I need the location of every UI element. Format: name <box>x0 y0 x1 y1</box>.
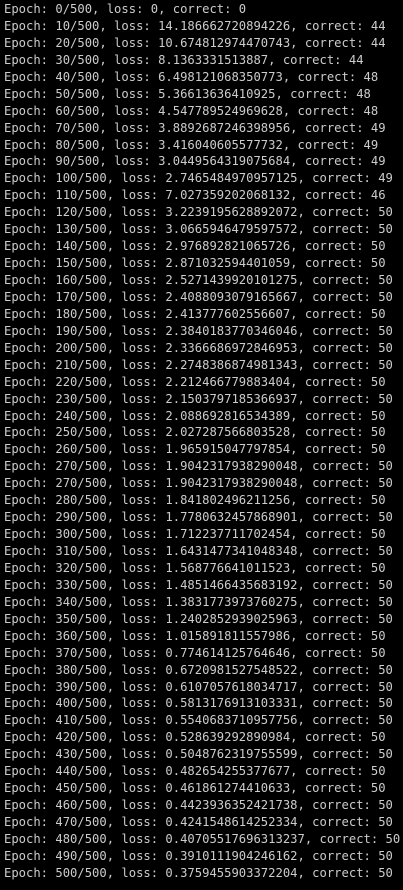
output-line: Epoch: 350/500, loss: 1.2402852939025963… <box>4 611 393 626</box>
output-line: Epoch: 210/500, loss: 2.2748386874981343… <box>4 357 393 372</box>
output-line: Epoch: 460/500, loss: 0.4423936352421738… <box>4 798 393 813</box>
output-line: Epoch: 260/500, loss: 1.965915047797854,… <box>4 442 386 457</box>
output-line: Epoch: 290/500, loss: 1.7780632457868901… <box>4 510 393 525</box>
output-line: Epoch: 320/500, loss: 1.568776641011523,… <box>4 560 386 575</box>
output-line: Epoch: 140/500, loss: 2.976892821065726,… <box>4 239 386 254</box>
output-line: Epoch: 310/500, loss: 1.6431477341048348… <box>4 544 393 558</box>
output-line: Epoch: 230/500, loss: 2.1503797185366937… <box>4 391 393 406</box>
output-line: Epoch: 220/500, loss: 2.212466779883404,… <box>4 374 386 389</box>
output-line: Epoch: 40/500, loss: 6.498121068350773, … <box>4 69 379 84</box>
output-line: Epoch: 60/500, loss: 4.547789524969628, … <box>4 103 379 118</box>
output-line: Epoch: 160/500, loss: 2.5271439920101275… <box>4 273 393 287</box>
output-line: Epoch: 400/500, loss: 0.5813176913103331… <box>4 696 393 711</box>
output-line: Epoch: 340/500, loss: 1.3831773973760275… <box>4 594 393 609</box>
output-line: Epoch: 120/500, loss: 3.2239195628892072… <box>4 205 393 220</box>
terminal-cursor <box>4 884 11 889</box>
terminal-output: Epoch: 0/500, loss: 0, correct: 0 Epoch: … <box>4 1 400 882</box>
output-line: Epoch: 270/500, loss: 1.9042317938290048… <box>4 476 393 491</box>
output-line: Epoch: 0/500, loss: 0, correct: 0 <box>4 2 247 16</box>
output-line: Epoch: 250/500, loss: 2.027287566803528,… <box>4 425 386 440</box>
output-line: Epoch: 10/500, loss: 14.186662720894226,… <box>4 18 386 33</box>
output-line: Epoch: 240/500, loss: 2.088692816534389,… <box>4 408 386 423</box>
output-line: Epoch: 130/500, loss: 3.0665946479597572… <box>4 222 393 237</box>
output-line: Epoch: 420/500, loss: 0.528639292890984,… <box>4 730 386 745</box>
output-line: Epoch: 170/500, loss: 2.4088093079165667… <box>4 289 393 304</box>
output-line: Epoch: 50/500, loss: 5.36613636410925, c… <box>4 86 371 101</box>
output-line: Epoch: 90/500, loss: 3.0449564319075684,… <box>4 154 386 169</box>
output-line: Epoch: 280/500, loss: 1.841802496211256,… <box>4 493 386 508</box>
output-line: Epoch: 70/500, loss: 3.8892687246398956,… <box>4 120 386 135</box>
output-line: Epoch: 410/500, loss: 0.5540683710957756… <box>4 713 393 728</box>
output-line: Epoch: 270/500, loss: 1.9042317938290048… <box>4 459 393 474</box>
output-line: Epoch: 300/500, loss: 1.712237711702454,… <box>4 527 386 542</box>
output-line: Epoch: 110/500, loss: 7.027359202068132,… <box>4 188 386 203</box>
output-line: Epoch: 480/500, loss: 0.4070551769631323… <box>4 831 401 846</box>
output-line: Epoch: 190/500, loss: 2.3840183770346046… <box>4 323 393 338</box>
output-line: Epoch: 30/500, loss: 8.1363331513887, co… <box>4 52 364 67</box>
terminal-window[interactable]: Epoch: 0/500, loss: 0, correct: 0 Epoch: … <box>0 0 403 890</box>
output-line: Epoch: 180/500, loss: 2.413777602556607,… <box>4 306 386 321</box>
output-line: Epoch: 430/500, loss: 0.5048762319755599… <box>4 747 393 762</box>
output-line: Epoch: 370/500, loss: 0.774614125764646,… <box>4 645 386 660</box>
output-line: Epoch: 490/500, loss: 0.3910111904246162… <box>4 848 393 863</box>
output-line: Epoch: 20/500, loss: 10.674812974470743,… <box>4 35 386 50</box>
output-line: Epoch: 100/500, loss: 2.7465484970957125… <box>4 171 393 186</box>
output-line: Epoch: 360/500, loss: 1.015891811557986,… <box>4 628 386 643</box>
output-line: Epoch: 390/500, loss: 0.6107057618034717… <box>4 679 393 694</box>
output-line: Epoch: 450/500, loss: 0.461861274410633,… <box>4 781 386 796</box>
output-line: Epoch: 440/500, loss: 0.482654255377677,… <box>4 764 386 779</box>
output-line: Epoch: 380/500, loss: 0.6720981527548522… <box>4 662 393 677</box>
output-line: Epoch: 80/500, loss: 3.416040605577732, … <box>4 137 379 152</box>
output-line: Epoch: 500/500, loss: 0.3759455903372204… <box>4 865 393 880</box>
output-line: Epoch: 470/500, loss: 0.4241548614252334… <box>4 815 393 829</box>
output-line: Epoch: 200/500, loss: 2.3366686972846953… <box>4 340 393 355</box>
output-line: Epoch: 150/500, loss: 2.871032594401059,… <box>4 256 386 271</box>
output-line: Epoch: 330/500, loss: 1.4851466435683192… <box>4 577 393 592</box>
